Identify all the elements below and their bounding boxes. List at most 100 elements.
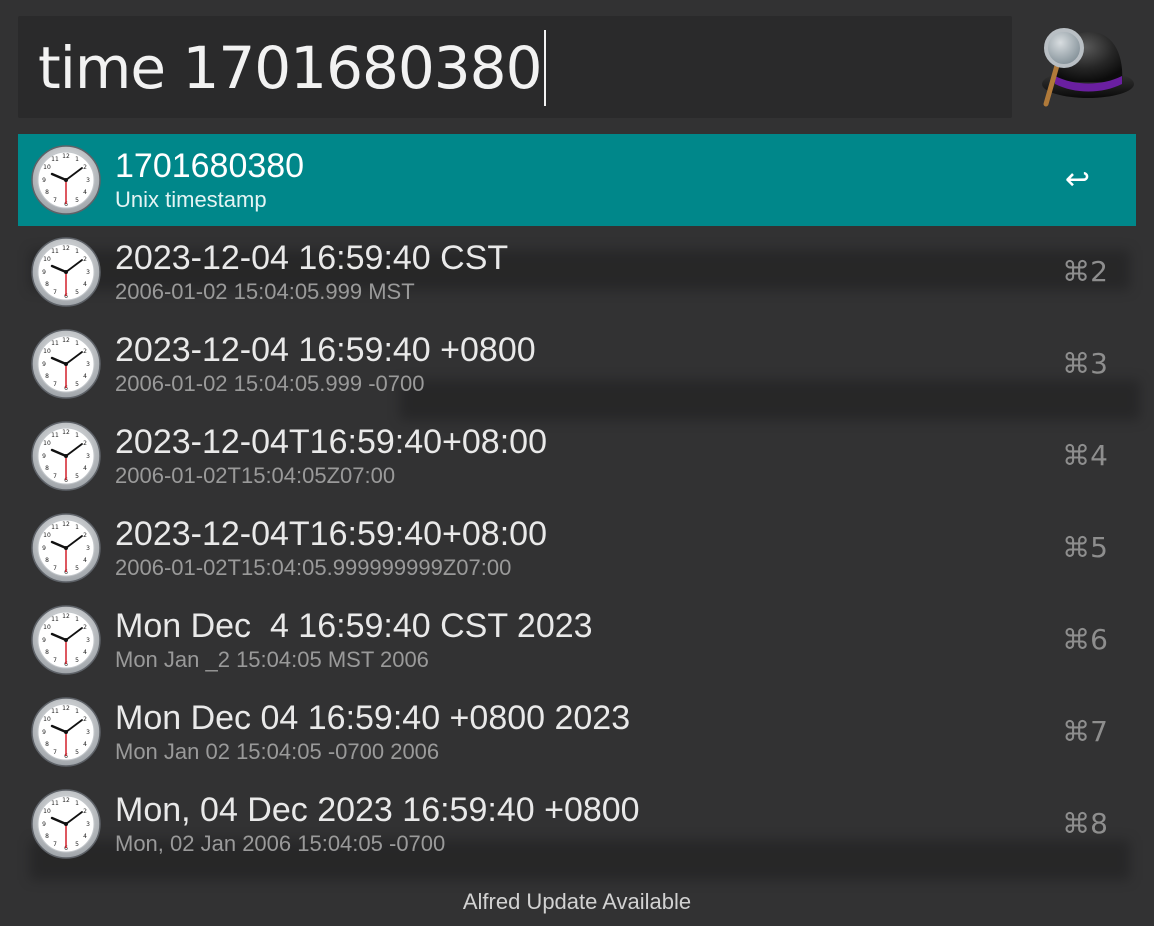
clock-icon: 12 1 2 345 678 9 10 11 — [30, 328, 102, 400]
svg-text:2: 2 — [83, 532, 87, 539]
svg-text:1: 1 — [75, 432, 79, 439]
search-field[interactable]: time 1701680380 — [18, 16, 1012, 118]
svg-text:4: 4 — [83, 465, 87, 472]
svg-text:4: 4 — [83, 833, 87, 840]
svg-text:7: 7 — [53, 749, 57, 756]
result-title: Mon Dec 04 16:59:40 +0800 2023 — [115, 699, 631, 737]
svg-text:5: 5 — [75, 841, 79, 848]
clock-icon: 12 1 2 345 678 9 10 11 — [30, 788, 102, 860]
svg-text:9: 9 — [42, 177, 46, 184]
result-shortcut: ⌘5 — [1062, 531, 1108, 564]
svg-text:8: 8 — [45, 557, 49, 564]
svg-text:1: 1 — [75, 524, 79, 531]
result-subtitle: 2006-01-02T15:04:05.999999999Z07:00 — [115, 555, 512, 580]
result-subtitle: Mon Jan _2 15:04:05 MST 2006 — [115, 647, 429, 672]
clock-icon: 12 1 2 345 678 9 10 11 — [30, 144, 102, 216]
svg-text:8: 8 — [45, 833, 49, 840]
svg-text:5: 5 — [75, 289, 79, 296]
svg-text:4: 4 — [83, 741, 87, 748]
svg-text:4: 4 — [83, 281, 87, 288]
svg-text:7: 7 — [53, 841, 57, 848]
result-shortcut: ⌘4 — [1062, 439, 1108, 472]
svg-text:8: 8 — [45, 649, 49, 656]
svg-text:12: 12 — [62, 521, 70, 528]
svg-text:1: 1 — [75, 248, 79, 255]
svg-text:3: 3 — [86, 453, 90, 460]
svg-text:2: 2 — [83, 624, 87, 631]
result-shortcut: ⌘8 — [1062, 807, 1108, 840]
svg-text:12: 12 — [62, 429, 70, 436]
result-row[interactable]: 12 1 2 345 678 9 10 11 Mon Dec 4 16:59:40 CS… — [18, 594, 1136, 686]
result-row[interactable]: 12 1 2 345 678 9 10 11 2023-12-04T16:59:40+0… — [18, 502, 1136, 594]
result-subtitle: 2006-01-02 15:04:05.999 MST — [115, 279, 415, 304]
svg-text:2: 2 — [83, 716, 87, 723]
result-row[interactable]: 12 1 2 345 678 9 10 11 Mon Dec 04 16:59:40 +… — [18, 686, 1136, 778]
result-subtitle: 2006-01-02 15:04:05.999 -0700 — [115, 371, 425, 396]
svg-text:9: 9 — [42, 361, 46, 368]
svg-text:11: 11 — [51, 156, 59, 163]
svg-text:10: 10 — [43, 256, 51, 263]
svg-text:7: 7 — [53, 289, 57, 296]
result-shortcut: ⌘3 — [1062, 347, 1108, 380]
results-list: 12 1 2 345 678 9 10 11 1701680380 Unix times… — [18, 134, 1136, 870]
result-shortcut: ⌘6 — [1062, 623, 1108, 656]
clock-icon: 12 1 2 345 678 9 10 11 — [30, 420, 102, 492]
svg-text:7: 7 — [53, 657, 57, 664]
result-row[interactable]: 12 1 2 345 678 9 10 11 1701680380 Unix times… — [18, 134, 1136, 226]
svg-text:2: 2 — [83, 440, 87, 447]
svg-text:9: 9 — [42, 453, 46, 460]
svg-text:7: 7 — [53, 381, 57, 388]
svg-text:11: 11 — [51, 616, 59, 623]
svg-text:2: 2 — [83, 348, 87, 355]
alfred-hat-icon[interactable] — [1030, 26, 1136, 108]
text-caret — [543, 30, 546, 106]
search-query: time 1701680380 — [38, 34, 542, 102]
svg-text:11: 11 — [51, 708, 59, 715]
svg-text:7: 7 — [53, 197, 57, 204]
svg-text:7: 7 — [53, 565, 57, 572]
svg-text:2: 2 — [83, 808, 87, 815]
result-row[interactable]: 12 1 2 345 678 9 10 11 2023-12-04 16:59:40 +… — [18, 318, 1136, 410]
svg-text:1: 1 — [75, 708, 79, 715]
clock-icon: 12 1 2 345 678 9 10 11 — [30, 236, 102, 308]
svg-text:10: 10 — [43, 164, 51, 171]
result-row[interactable]: 12 1 2 345 678 9 10 11 2023-12-04T16:59:40+0… — [18, 410, 1136, 502]
svg-text:9: 9 — [42, 821, 46, 828]
result-shortcut: ⌘7 — [1062, 715, 1108, 748]
svg-text:7: 7 — [53, 473, 57, 480]
svg-text:9: 9 — [42, 729, 46, 736]
alfred-window: time 1701680380 12 1 2 3 4 5 6 7 8 9 10 … — [0, 0, 1154, 926]
result-title: Mon, 04 Dec 2023 16:59:40 +0800 — [115, 791, 640, 829]
svg-text:4: 4 — [83, 557, 87, 564]
clock-icon: 12 1 2 345 678 9 10 11 — [30, 696, 102, 768]
result-row[interactable]: 12 1 2 345 678 9 10 11 Mon, 04 Dec 2023 16:5… — [18, 778, 1136, 870]
svg-text:8: 8 — [45, 281, 49, 288]
result-title: 2023-12-04T16:59:40+08:00 — [115, 423, 547, 461]
svg-text:11: 11 — [51, 432, 59, 439]
search-input[interactable]: time 1701680380 — [38, 28, 546, 108]
clock-icon: 12 1 2 345 678 9 10 11 — [30, 604, 102, 676]
svg-text:4: 4 — [83, 189, 87, 196]
svg-text:8: 8 — [45, 741, 49, 748]
svg-text:1: 1 — [75, 156, 79, 163]
result-shortcut: ⌘2 — [1062, 255, 1108, 288]
update-available-notice[interactable]: Alfred Update Available — [0, 888, 1154, 916]
svg-text:4: 4 — [83, 649, 87, 656]
svg-text:5: 5 — [75, 197, 79, 204]
svg-text:8: 8 — [45, 373, 49, 380]
svg-text:9: 9 — [42, 545, 46, 552]
svg-text:3: 3 — [86, 821, 90, 828]
result-title: 2023-12-04 16:59:40 +0800 — [115, 331, 536, 369]
svg-text:1: 1 — [75, 340, 79, 347]
svg-text:4: 4 — [83, 373, 87, 380]
svg-text:11: 11 — [51, 800, 59, 807]
result-subtitle: Mon Jan 02 15:04:05 -0700 2006 — [115, 739, 440, 764]
svg-text:3: 3 — [86, 729, 90, 736]
svg-text:10: 10 — [43, 440, 51, 447]
svg-text:3: 3 — [86, 545, 90, 552]
return-key-icon: ↩ — [1064, 162, 1090, 197]
svg-text:1: 1 — [75, 616, 79, 623]
svg-text:12: 12 — [62, 797, 70, 804]
svg-text:10: 10 — [43, 716, 51, 723]
result-row[interactable]: 12 1 2 345 678 9 10 11 2023-12-04 16:59:40 C… — [18, 226, 1136, 318]
